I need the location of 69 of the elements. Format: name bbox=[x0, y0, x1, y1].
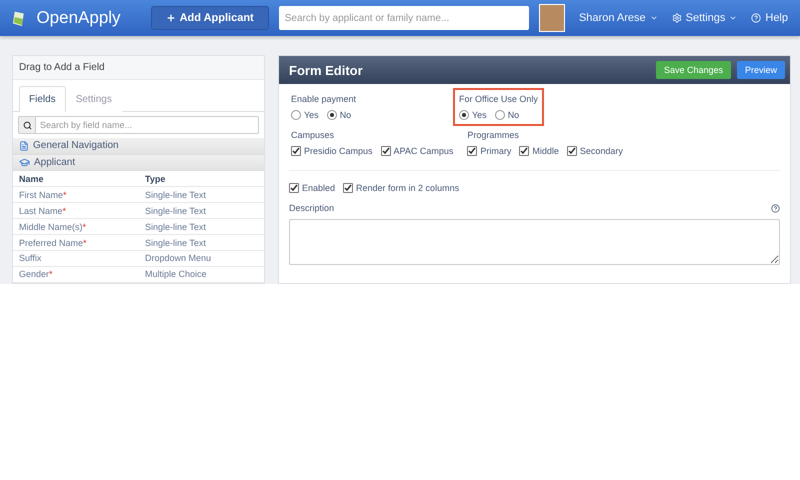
help-link[interactable]: Help bbox=[751, 12, 788, 24]
avatar-photo-placeholder bbox=[538, 4, 565, 32]
preview-button[interactable]: Preview bbox=[736, 61, 785, 79]
graduation-cap-icon bbox=[19, 156, 30, 168]
save-changes-button[interactable]: Save Changes bbox=[656, 61, 731, 79]
field-name[interactable]: First Name* bbox=[19, 190, 145, 200]
description-label: Description bbox=[289, 203, 334, 213]
tab[interactable]: Fields bbox=[19, 86, 66, 112]
help-icon bbox=[751, 13, 762, 23]
option-label: Secondary bbox=[580, 146, 623, 156]
option-label: Primary bbox=[480, 146, 512, 156]
field-type: Multiple Choice bbox=[145, 269, 208, 280]
plus-icon bbox=[166, 13, 176, 23]
field-type: Single-line Text bbox=[145, 206, 207, 216]
field-name[interactable]: Gender* bbox=[19, 269, 145, 280]
field-type: Single-line Text bbox=[145, 190, 207, 200]
settings-icon bbox=[672, 13, 682, 23]
field-type: Single-line Text bbox=[145, 222, 207, 232]
section-header[interactable]: Applicant bbox=[13, 154, 264, 172]
search-icon bbox=[22, 120, 32, 130]
user-menu[interactable]: Sharon Arese bbox=[578, 12, 658, 24]
option-label: No bbox=[508, 110, 520, 120]
section-label: Applicant bbox=[34, 156, 76, 168]
radio-button[interactable] bbox=[326, 110, 337, 120]
option-label: No bbox=[340, 110, 352, 120]
group-label: Programmes bbox=[467, 130, 520, 140]
group-label: Campuses bbox=[291, 130, 336, 140]
logo-icon bbox=[12, 9, 26, 27]
checkbox[interactable] bbox=[380, 146, 391, 156]
option-label: Yes bbox=[304, 110, 319, 120]
caret-icon bbox=[729, 14, 738, 22]
field-type: Single-line Text bbox=[145, 238, 207, 248]
radio-button[interactable] bbox=[494, 110, 505, 120]
checkbox[interactable] bbox=[343, 183, 354, 193]
section-header[interactable]: General Navigation bbox=[13, 138, 264, 155]
checkbox[interactable] bbox=[566, 146, 577, 156]
radio-button[interactable] bbox=[291, 110, 301, 120]
checkbox[interactable] bbox=[519, 146, 530, 156]
group-label: For Office Use Only bbox=[459, 94, 538, 104]
option-label: APAC Campus bbox=[394, 146, 454, 156]
option-label: Middle bbox=[532, 146, 559, 156]
add-applicant-button[interactable]: Add Applicant bbox=[150, 6, 269, 30]
document-icon bbox=[19, 140, 29, 151]
field-name[interactable]: Preferred Name* bbox=[19, 238, 145, 248]
brand-name: OpenApply bbox=[36, 8, 121, 28]
description-field[interactable] bbox=[289, 219, 780, 265]
column-header: Type bbox=[145, 174, 166, 184]
checkbox[interactable] bbox=[291, 146, 301, 156]
option-label: Render form in 2 columns bbox=[356, 183, 460, 193]
help-icon[interactable] bbox=[771, 204, 780, 212]
checkbox[interactable] bbox=[289, 183, 299, 193]
field-name[interactable]: Last Name* bbox=[19, 206, 145, 216]
checkbox[interactable] bbox=[467, 146, 478, 156]
caret-icon bbox=[650, 14, 658, 22]
settings-menu[interactable]: Settings bbox=[672, 12, 738, 24]
search-field[interactable]: Search by applicant or family name... bbox=[278, 6, 529, 30]
option-label: Enabled bbox=[302, 183, 336, 193]
field-search[interactable]: Search by field name... bbox=[35, 116, 259, 134]
column-header: Name bbox=[19, 174, 45, 184]
panel-title: Drag to Add a Field bbox=[13, 56, 264, 80]
field-name[interactable]: Middle Name(s)* bbox=[19, 222, 145, 232]
radio-button[interactable] bbox=[459, 110, 469, 120]
field-type: Dropdown Menu bbox=[145, 253, 212, 264]
field-name[interactable]: Suffix bbox=[19, 253, 145, 264]
option-label: Presidio Campus bbox=[304, 146, 373, 156]
option-label: Yes bbox=[472, 110, 487, 120]
section-label: General Navigation bbox=[33, 140, 119, 152]
group-label: Enable payment bbox=[291, 94, 356, 104]
editor-title: Form Editor bbox=[289, 62, 363, 78]
